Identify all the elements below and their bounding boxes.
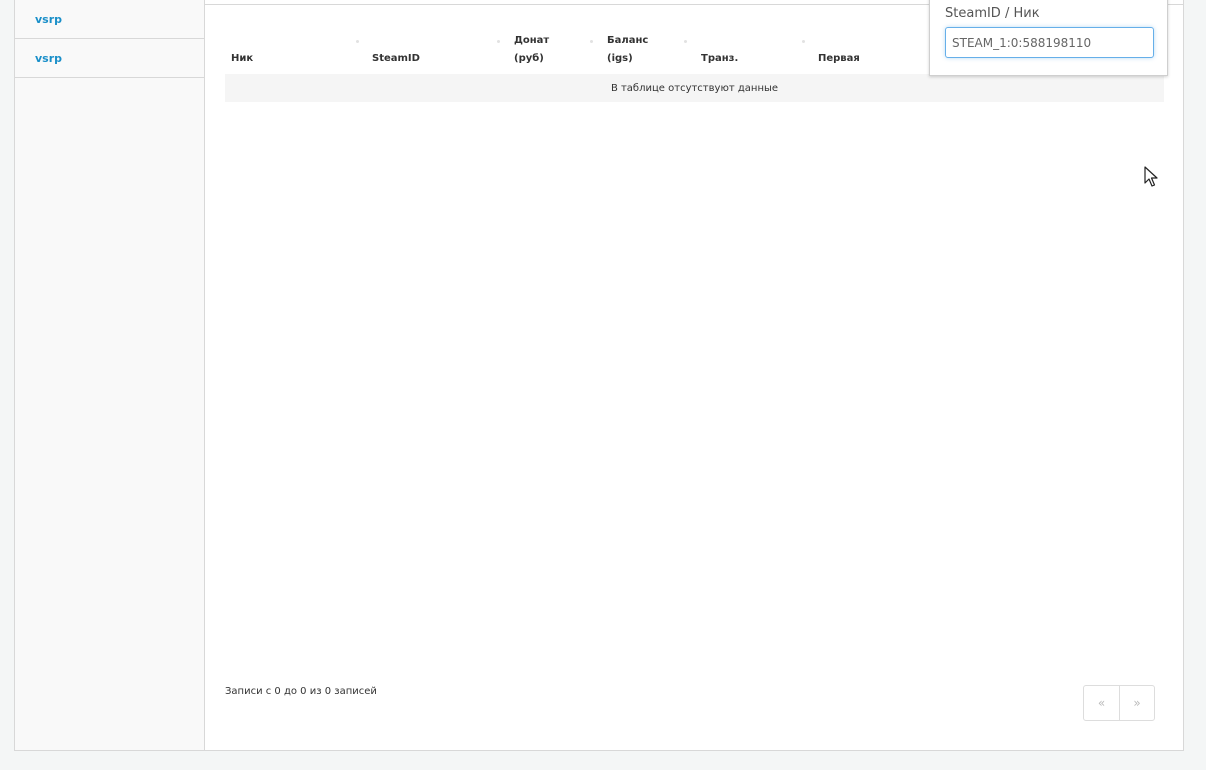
sort-indicator-icon [590, 40, 593, 43]
content-panel: vsrp vsrp Ник SteamID Донат (руб) Баланс… [14, 0, 1184, 751]
empty-table-message: В таблице отсутствуют данные [225, 74, 1164, 102]
sidebar-item-vsrp-1[interactable]: vsrp [15, 0, 204, 39]
sidebar-item-vsrp-2[interactable]: vsrp [15, 39, 204, 78]
column-header-steamid[interactable]: SteamID [372, 50, 420, 68]
column-header-nick[interactable]: Ник [231, 50, 253, 68]
next-page-button[interactable]: » [1119, 686, 1154, 720]
sort-indicator-icon [802, 40, 805, 43]
sort-indicator-icon [684, 40, 687, 43]
search-input[interactable] [945, 27, 1154, 58]
column-header-first[interactable]: Первая [818, 50, 860, 68]
sidebar: vsrp vsrp [15, 0, 205, 750]
column-header-balance[interactable]: Баланс (igs) [607, 32, 648, 68]
prev-page-button[interactable]: « [1084, 686, 1119, 720]
column-header-donate[interactable]: Донат (руб) [514, 32, 549, 68]
column-header-transactions[interactable]: Транз. [701, 50, 738, 68]
mouse-pointer-icon [1144, 166, 1158, 187]
search-popup: SteamID / Ник [929, 0, 1168, 76]
sort-indicator-icon [356, 40, 359, 43]
sort-indicator-icon [497, 40, 500, 43]
pagination: « » [1083, 685, 1155, 721]
table-info: Записи с 0 до 0 из 0 записей [225, 686, 377, 697]
search-label: SteamID / Ник [945, 6, 1040, 21]
